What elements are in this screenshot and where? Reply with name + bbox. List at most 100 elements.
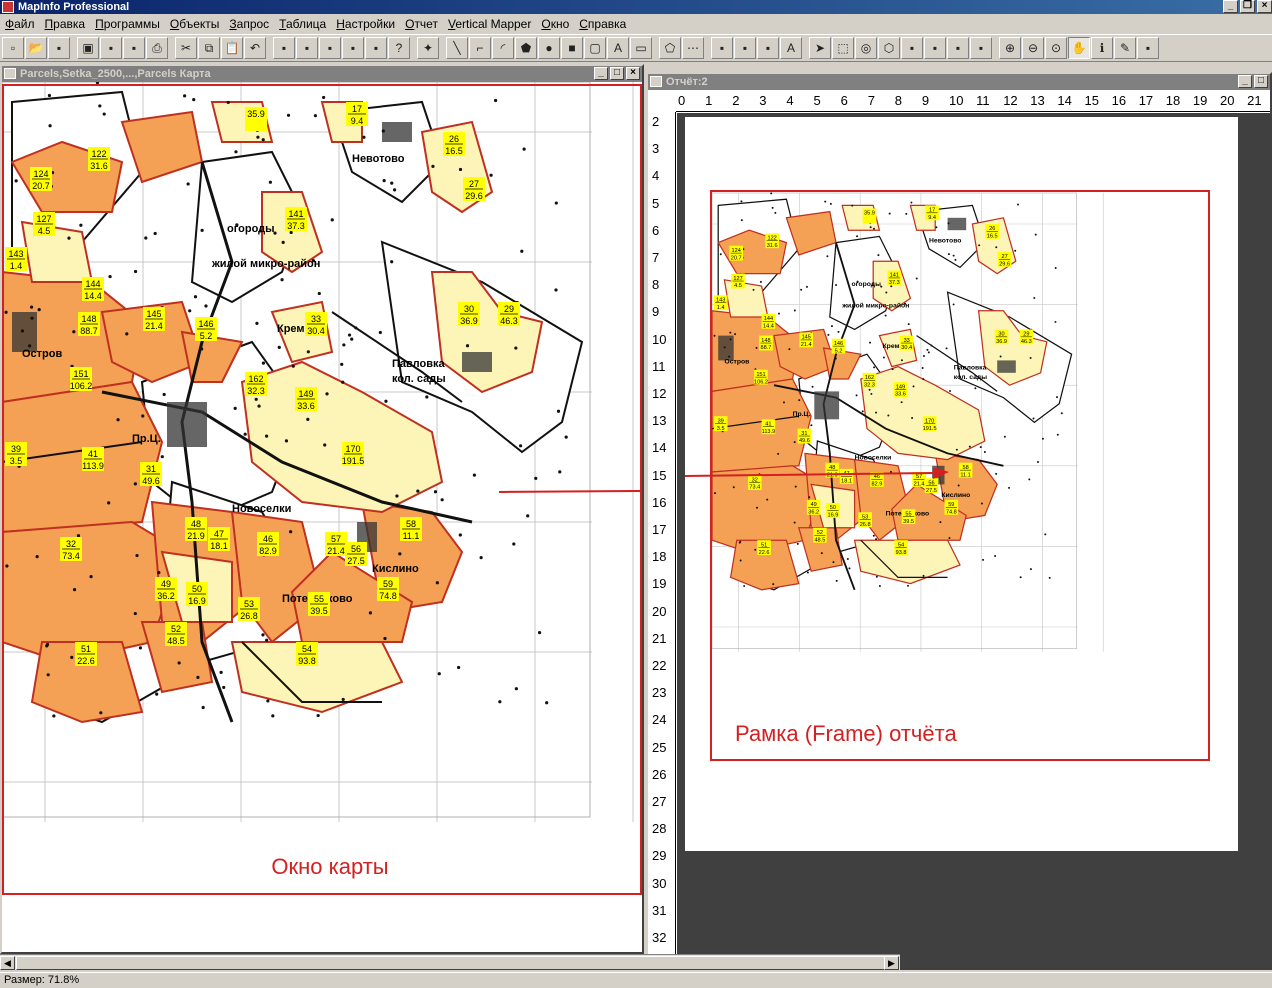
marquee-select-icon[interactable]: ⬚ [832,37,854,59]
save-icon[interactable]: ▣ [77,37,99,59]
map-maximize-button[interactable]: □ [610,67,624,80]
redistrict-icon[interactable]: ▪ [365,37,387,59]
parcel-area: 20.7 [32,181,50,191]
new-icon[interactable]: ▫ [2,37,24,59]
parcel-area: 1.4 [717,305,725,311]
report-canvas[interactable]: Невотово Крем Павловка кол. сады Остров Пр.Ц.… [677,113,1270,968]
map-dot [873,366,876,369]
report-window[interactable]: Отчёт:2 _ □ 0 1 2 3 4 5 6 7 8 9 10 11 12 13 14 15 16 17 18… [646,72,1272,970]
save-workspace-icon[interactable]: ▪ [100,37,122,59]
ruler-h-tick: 1 [705,93,713,108]
menu-item-10[interactable]: Справка [574,17,631,31]
ruler-h-tick: 8 [894,93,903,108]
undo-icon[interactable]: ↶ [244,37,266,59]
menu-item-2[interactable]: Программы [90,17,165,31]
close-button[interactable]: × [1257,0,1272,13]
menu-item-8[interactable]: Vertical Mapper [443,17,536,31]
grabber-icon[interactable]: ✋ [1068,37,1090,59]
map-dot [554,201,558,205]
map-dot [340,362,344,366]
line-icon[interactable]: ╲ [446,37,468,59]
symbol-icon[interactable]: ✦ [417,37,439,59]
invert-select-icon[interactable]: ▪ [947,37,969,59]
menu-item-0[interactable]: Файл [0,17,40,31]
menu-item-4[interactable]: Запрос [224,17,274,31]
menu-item-9[interactable]: Окно [536,17,574,31]
change-view-icon[interactable]: ⊙ [1045,37,1067,59]
polygon-select-icon[interactable]: ⬡ [878,37,900,59]
map-dot [719,253,722,256]
new-browser-icon[interactable]: ▪ [273,37,295,59]
new-layout-icon[interactable]: ▪ [342,37,364,59]
drag-map-icon[interactable]: ▪ [1137,37,1159,59]
parcel-id: 122 [91,149,106,159]
label-icon[interactable]: ✎ [1114,37,1136,59]
map-horizontal-scrollbar[interactable]: ◀ ▶ [0,954,900,970]
menu-item-6[interactable]: Настройки [331,17,400,31]
zoom-in-icon[interactable]: ⊕ [999,37,1021,59]
rounded-rect-icon[interactable]: ▢ [584,37,606,59]
open-icon[interactable]: 📂 [25,37,47,59]
report-maximize-button[interactable]: □ [1254,75,1268,88]
map-minimize-button[interactable]: _ [594,67,608,80]
polygon-icon[interactable]: ⬟ [515,37,537,59]
line-style-icon[interactable]: ▪ [734,37,756,59]
new-graph-icon[interactable]: ▪ [319,37,341,59]
graph-select-icon[interactable]: ▪ [970,37,992,59]
print-preview-icon[interactable]: ▪ [123,37,145,59]
scroll-left-arrow[interactable]: ◀ [0,956,15,970]
ellipse-icon[interactable]: ● [538,37,560,59]
report-frame-caption: Рамка (Frame) отчёта [735,721,957,746]
scroll-thumb[interactable] [16,956,896,970]
menu-item-7[interactable]: Отчет [400,17,443,31]
map-dot [980,502,983,505]
paste-icon[interactable]: 📋 [221,37,243,59]
parcel-id: 149 [298,389,313,399]
select-icon[interactable]: ➤ [809,37,831,59]
unselect-all-icon[interactable]: ▪ [924,37,946,59]
parcel-area: 11.1 [960,472,970,478]
rectangle-icon[interactable]: ■ [561,37,583,59]
text-style-icon[interactable]: A [780,37,802,59]
map-dot [257,404,261,408]
map-dot [1029,356,1032,359]
cut-icon[interactable]: ✂ [175,37,197,59]
polyline-icon[interactable]: ⌐ [469,37,491,59]
map-close-button[interactable]: × [626,67,640,80]
map-canvas[interactable]: Невотово Крем Павловка кол. сады Остров Пр.Ц.… [2,82,642,952]
map-window-titlebar[interactable]: Parcels,Setka_2500,...,Parcels Карта _ □… [2,66,642,82]
parcel-id: 56 [351,544,361,554]
print-icon[interactable]: ⎙ [146,37,168,59]
minimize-button[interactable]: _ [1223,0,1238,13]
map-window[interactable]: Parcels,Setka_2500,...,Parcels Карта _ □… [0,64,644,954]
report-minimize-button[interactable]: _ [1238,75,1252,88]
new-map-icon[interactable]: ▪ [296,37,318,59]
map-dot [233,406,237,410]
scroll-right-arrow[interactable]: ▶ [884,956,899,970]
info-icon[interactable]: ℹ [1091,37,1113,59]
open-workspace-icon[interactable]: ▪ [48,37,70,59]
add-node-icon[interactable]: ⋯ [682,37,704,59]
help-icon[interactable]: ? [388,37,410,59]
reshape-icon[interactable]: ⬠ [659,37,681,59]
menu-item-3[interactable]: Объекты [165,17,225,31]
boundary-select-icon[interactable]: ▪ [901,37,923,59]
menu-item-1[interactable]: Правка [40,17,91,31]
map-dot [289,230,293,235]
restore-button[interactable]: ❐ [1240,0,1255,13]
symbol-style-icon[interactable]: ▪ [711,37,733,59]
copy-icon[interactable]: ⧉ [198,37,220,59]
region-style-icon[interactable]: ▪ [757,37,779,59]
zoom-out-icon[interactable]: ⊖ [1022,37,1044,59]
text-icon[interactable]: A [607,37,629,59]
radius-select-icon[interactable]: ◎ [855,37,877,59]
report-window-titlebar[interactable]: Отчёт:2 _ □ [648,74,1270,90]
map-dot [875,538,878,541]
parcel-id: 41 [88,449,98,459]
map-dot [974,387,977,390]
menu-item-5[interactable]: Таблица [274,17,331,31]
map-dot [201,705,205,710]
frame-icon[interactable]: ▭ [630,37,652,59]
map-dot [1029,568,1032,571]
arc-icon[interactable]: ◜ [492,37,514,59]
